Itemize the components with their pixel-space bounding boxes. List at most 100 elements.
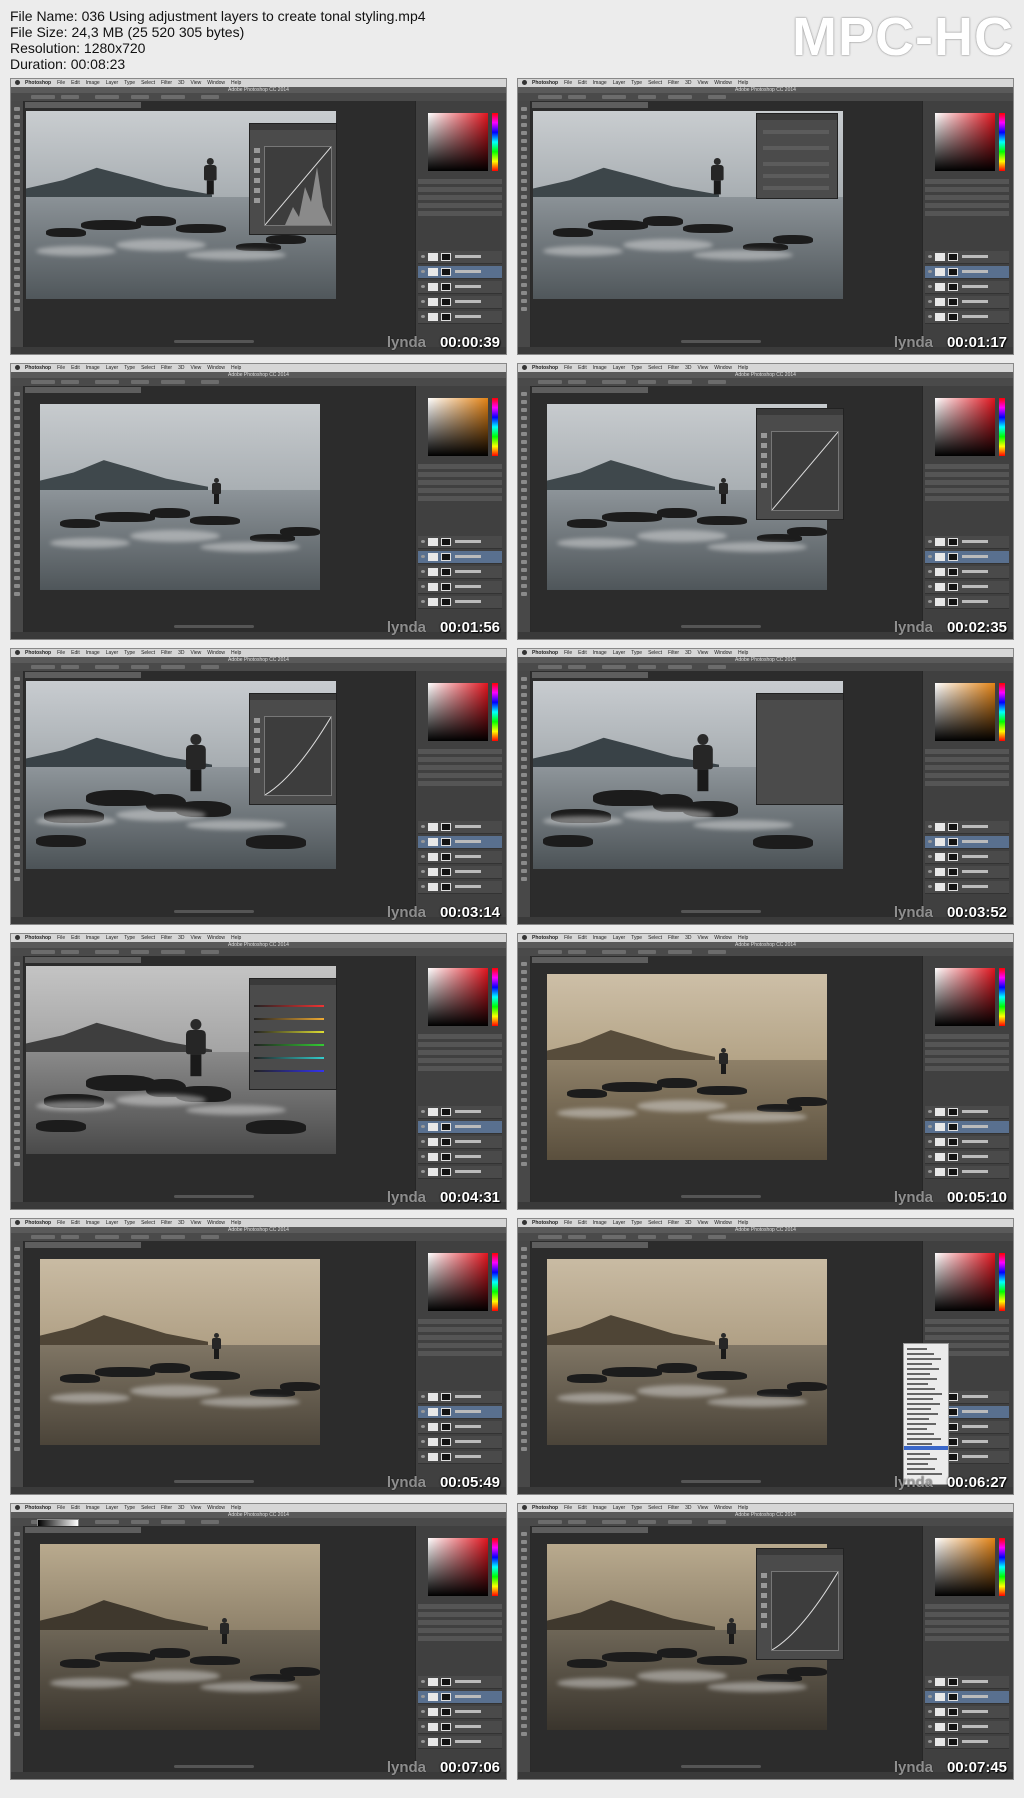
layer-row[interactable]	[925, 1151, 1009, 1164]
horizontal-scrollbar[interactable]	[174, 1480, 254, 1483]
option-control[interactable]	[95, 95, 119, 99]
option-control[interactable]	[602, 95, 626, 99]
tool-icon[interactable]	[521, 1303, 527, 1307]
tool-icon[interactable]	[14, 488, 20, 492]
horizontal-scrollbar[interactable]	[681, 1765, 761, 1768]
layer-row[interactable]	[925, 1136, 1009, 1149]
curve-tool-icon[interactable]	[254, 158, 260, 163]
bw-color-slider[interactable]	[254, 1018, 324, 1020]
menu-item[interactable]: Window	[207, 1505, 225, 1511]
tool-icon[interactable]	[521, 869, 527, 873]
curve-tool-icon[interactable]	[761, 1573, 767, 1578]
tool-icon[interactable]	[14, 837, 20, 841]
menu-item[interactable]: Edit	[578, 80, 587, 86]
document-tab[interactable]	[25, 387, 141, 393]
option-control[interactable]	[708, 665, 726, 669]
layer-row[interactable]	[925, 566, 1009, 579]
layer-row[interactable]	[418, 1121, 502, 1134]
menu-item[interactable]: View	[191, 935, 202, 941]
tool-icon[interactable]	[521, 994, 527, 998]
color-picker[interactable]	[935, 968, 995, 1026]
document-tab[interactable]	[532, 387, 648, 393]
eye-icon[interactable]	[421, 1680, 425, 1683]
tool-icon[interactable]	[521, 1399, 527, 1403]
tool-icon[interactable]	[14, 107, 20, 111]
eye-icon[interactable]	[421, 855, 425, 858]
tool-icon[interactable]	[521, 1431, 527, 1435]
tool-icon[interactable]	[521, 560, 527, 564]
menu-item[interactable]: Select	[141, 365, 155, 371]
menu-item[interactable]: Select	[141, 650, 155, 656]
option-control[interactable]	[708, 95, 726, 99]
tool-icon[interactable]	[14, 472, 20, 476]
layer-row[interactable]	[925, 1721, 1009, 1734]
tool-icon[interactable]	[14, 757, 20, 761]
eye-icon[interactable]	[421, 1695, 425, 1698]
tool-icon[interactable]	[521, 219, 527, 223]
tool-icon[interactable]	[521, 1716, 527, 1720]
menu-option[interactable]	[907, 1413, 938, 1415]
eye-icon[interactable]	[421, 840, 425, 843]
option-control[interactable]	[161, 1235, 185, 1239]
tool-icon[interactable]	[14, 821, 20, 825]
layer-row[interactable]	[418, 836, 502, 849]
option-control[interactable]	[31, 665, 55, 669]
horizontal-scrollbar[interactable]	[174, 1765, 254, 1768]
curves-graph[interactable]	[264, 716, 332, 796]
menu-item[interactable]: Layer	[106, 1505, 119, 1511]
tool-icon[interactable]	[14, 1311, 20, 1315]
eye-icon[interactable]	[421, 1125, 425, 1128]
menu-item[interactable]: Edit	[71, 1220, 80, 1226]
tool-icon[interactable]	[521, 725, 527, 729]
menu-item[interactable]: Filter	[668, 1505, 679, 1511]
tool-icon[interactable]	[14, 291, 20, 295]
option-control[interactable]	[31, 1235, 55, 1239]
tool-icon[interactable]	[521, 1588, 527, 1592]
curve-tool-icon[interactable]	[254, 148, 260, 153]
tool-icon[interactable]	[14, 1295, 20, 1299]
layer-row[interactable]	[418, 866, 502, 879]
tool-icon[interactable]	[521, 1676, 527, 1680]
mask-property-row[interactable]	[763, 130, 829, 134]
menu-item[interactable]: Photoshop	[532, 1505, 558, 1511]
apple-icon[interactable]	[15, 365, 20, 370]
tool-icon[interactable]	[521, 440, 527, 444]
layer-row[interactable]	[925, 281, 1009, 294]
menu-item[interactable]: Help	[738, 1505, 748, 1511]
layer-row[interactable]	[418, 1451, 502, 1464]
tool-icon[interactable]	[14, 528, 20, 532]
tool-icon[interactable]	[521, 416, 527, 420]
menu-item[interactable]: Filter	[161, 1505, 172, 1511]
layer-row[interactable]	[925, 1676, 1009, 1689]
tool-icon[interactable]	[521, 480, 527, 484]
eye-icon[interactable]	[421, 600, 425, 603]
option-control[interactable]	[602, 665, 626, 669]
tool-icon[interactable]	[14, 869, 20, 873]
tool-icon[interactable]	[14, 235, 20, 239]
tool-icon[interactable]	[521, 179, 527, 183]
layer-row[interactable]	[418, 1421, 502, 1434]
curve-tool-icon[interactable]	[761, 453, 767, 458]
menu-item[interactable]: Window	[714, 650, 732, 656]
menu-item[interactable]: 3D	[685, 365, 691, 371]
curve-tool-icon[interactable]	[254, 188, 260, 193]
tool-icon[interactable]	[521, 1620, 527, 1624]
menu-item[interactable]: View	[698, 80, 709, 86]
layer-row[interactable]	[418, 311, 502, 324]
tool-icon[interactable]	[521, 1034, 527, 1038]
color-picker[interactable]	[935, 1253, 995, 1311]
curve-tool-icon[interactable]	[761, 1613, 767, 1618]
layer-row[interactable]	[418, 1436, 502, 1449]
tool-icon[interactable]	[521, 1335, 527, 1339]
tool-icon[interactable]	[521, 1596, 527, 1600]
tool-icon[interactable]	[521, 1327, 527, 1331]
option-control[interactable]	[201, 1235, 219, 1239]
option-control[interactable]	[538, 950, 562, 954]
tool-icon[interactable]	[521, 1114, 527, 1118]
tool-icon[interactable]	[521, 741, 527, 745]
document-tab[interactable]	[532, 672, 648, 678]
tool-icon[interactable]	[14, 685, 20, 689]
menu-item[interactable]: Edit	[71, 935, 80, 941]
eye-icon[interactable]	[928, 1725, 932, 1728]
curve-tool-icon[interactable]	[254, 758, 260, 763]
